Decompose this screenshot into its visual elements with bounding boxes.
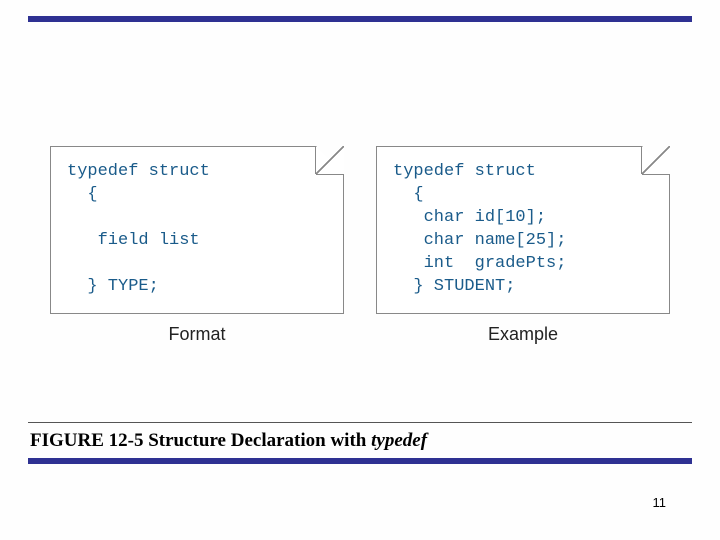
- dog-ear-icon: [642, 146, 670, 174]
- figure-title: Structure Declaration with: [148, 430, 366, 451]
- bottom-rule: [28, 458, 692, 464]
- format-box-wrap: typedef struct { field list } TYPE; Form…: [50, 146, 344, 345]
- figure-area: typedef struct { field list } TYPE; Form…: [50, 146, 670, 345]
- format-code: typedef struct { field list } TYPE;: [67, 161, 327, 299]
- page-number: 11: [653, 495, 667, 510]
- dog-ear-icon: [316, 146, 344, 174]
- figure-keyword: typedef: [371, 430, 427, 451]
- dog-ear-edge: [642, 174, 670, 175]
- dog-ear-edge-v: [315, 146, 316, 174]
- top-rule: [28, 16, 692, 22]
- example-box-wrap: typedef struct { char id[10]; char name[…: [376, 146, 670, 345]
- dog-ear-edge: [316, 174, 344, 175]
- format-code-box: typedef struct { field list } TYPE;: [50, 146, 344, 314]
- figure-number: FIGURE 12-5: [30, 430, 143, 451]
- example-label: Example: [488, 324, 558, 345]
- format-label: Format: [168, 324, 225, 345]
- dog-ear-edge-v: [641, 146, 642, 174]
- example-code: typedef struct { char id[10]; char name[…: [393, 161, 653, 299]
- caption-top-rule: [28, 422, 692, 423]
- figure-caption: FIGURE 12-5 Structure Declaration with t…: [30, 430, 427, 452]
- example-code-box: typedef struct { char id[10]; char name[…: [376, 146, 670, 314]
